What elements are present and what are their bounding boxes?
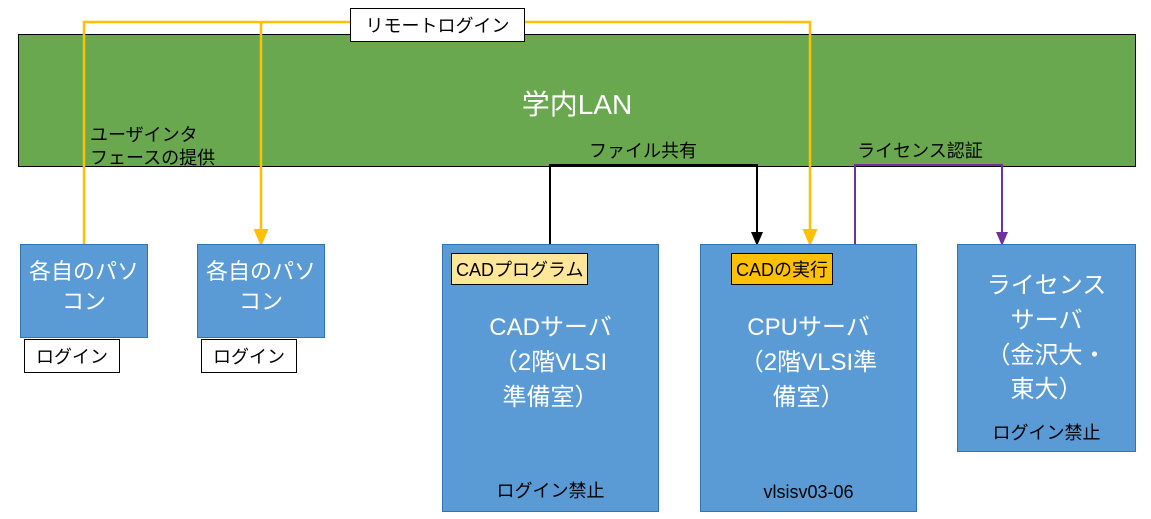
label-license-auth: ライセンス認証: [840, 137, 1000, 163]
cpu-title-l2: （2階VLSI準: [701, 346, 916, 381]
pc2-title-l1: 各自のパソ: [198, 257, 324, 287]
pc2-login-tag: ログイン: [201, 339, 297, 373]
label-ui-provide-l2: フェースの提供: [90, 147, 250, 170]
cad-title-l1: CADサーバ: [443, 311, 658, 346]
cad-title-l3: 準備室）: [443, 381, 658, 416]
label-file-share: ファイル共有: [568, 137, 718, 163]
cad-footer: ログイン禁止: [443, 477, 658, 503]
lic-title-l4: 東大）: [958, 373, 1135, 408]
pc1-box: 各自のパソ コン: [20, 244, 148, 338]
cpu-tag: CADの実行: [731, 253, 833, 285]
cpu-server-box: CADの実行 CPUサーバ （2階VLSI準 備室） vlsisv03‐06: [700, 244, 917, 512]
pc1-title-l1: 各自のパソ: [21, 257, 147, 287]
cpu-title-l3: 備室）: [701, 381, 916, 416]
cpu-title-l1: CPUサーバ: [701, 311, 916, 346]
pc2-box: 各自のパソ コン: [197, 244, 325, 338]
cad-title-l2: （2階VLSI: [443, 346, 658, 381]
pc2-title-l2: コン: [198, 287, 324, 317]
label-ui-provide-l1: ユーザインタ: [90, 124, 250, 147]
cpu-footer: vlsisv03‐06: [701, 482, 916, 503]
lic-title-l1: ライセンス: [958, 269, 1135, 304]
license-server-box: ライセンス サーバ （金沢大・ 東大） ログイン禁止: [957, 244, 1136, 452]
label-ui-provide: ユーザインタ フェースの提供: [90, 124, 250, 171]
lic-title-l3: （金沢大・: [958, 339, 1135, 374]
lic-title-l2: サーバ: [958, 304, 1135, 339]
cad-tag: CADプログラム: [451, 253, 588, 285]
label-remote-login: リモートログイン: [350, 8, 525, 42]
cad-server-box: CADプログラム CADサーバ （2階VLSI 準備室） ログイン禁止: [442, 244, 659, 512]
lic-footer: ログイン禁止: [958, 419, 1135, 445]
pc1-login-tag: ログイン: [24, 339, 120, 373]
pc1-title-l2: コン: [21, 287, 147, 317]
